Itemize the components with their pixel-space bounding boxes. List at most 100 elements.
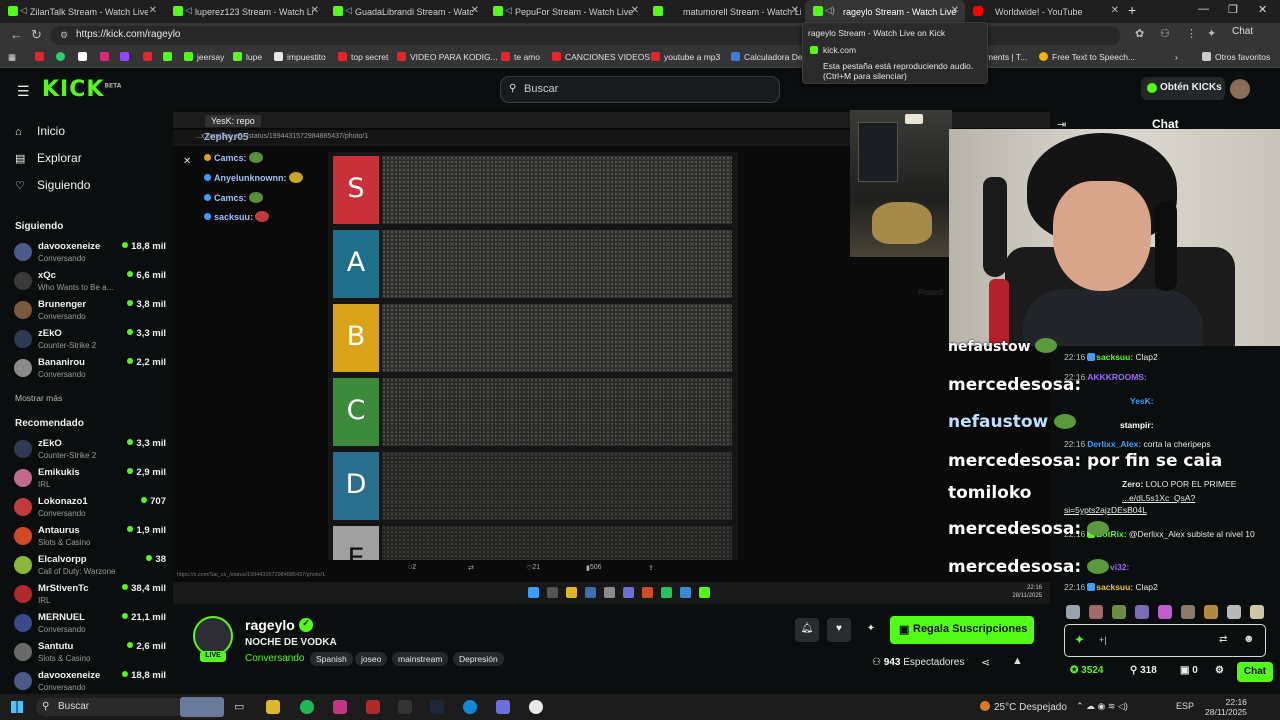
profile-icon[interactable]: ⚇ [1160,27,1170,40]
bookmark-item[interactable]: lupe [233,52,262,62]
close-icon[interactable]: ✕ [311,5,319,16]
emote-icon[interactable] [1089,605,1103,619]
tag-chip[interactable]: Spanish [310,652,353,666]
settings-icon[interactable]: ⚙ [1215,665,1224,676]
taskbar-widget[interactable] [180,697,224,717]
taskbar-search[interactable]: ⚲ Buscar [36,698,186,716]
minimize-icon[interactable]: — [1198,3,1209,15]
emote-icon[interactable] [1227,605,1241,619]
channel-name[interactable]: rageylo [245,617,295,633]
show-more-link[interactable]: Mostrar más [15,393,62,403]
site-info-icon[interactable]: ⚙ [60,30,68,41]
emoji-icon[interactable]: ☻ [1243,633,1255,645]
tag-chip[interactable]: mainstream [392,652,449,666]
following-channel[interactable]: zEkO Counter-Strike 2 3,3 mil [14,327,166,355]
discord-icon[interactable] [496,700,510,714]
emote-icon[interactable] [1158,605,1172,619]
report-icon[interactable]: ▲ [1012,655,1023,667]
windows-start-icon[interactable] [11,701,23,713]
bookmark-twitch-icon[interactable] [120,52,133,62]
bookmark-item[interactable]: te amo [501,52,540,62]
emote-icon[interactable] [1135,605,1149,619]
browser-chat-button[interactable]: Chat [1232,26,1253,37]
bookmark-item[interactable]: Free Text to Speech... [1039,52,1135,62]
close-icon[interactable]: ✕ [631,5,639,16]
notification-bell-button[interactable]: 🔔︎ [795,618,819,642]
bookmark-item[interactable]: ments | T... [986,52,1027,62]
spotify-icon[interactable] [300,700,314,714]
bookmark-youtube-icon[interactable] [143,52,156,62]
recommended-channel[interactable]: davooxeneize Conversando 18,8 mil [14,669,166,694]
bookmark-item[interactable]: youtube a mp3 [651,52,720,62]
tag-chip[interactable]: joseo [355,652,388,666]
chat-message-link[interactable]: ...e/dL5s1Xc_QsA? [1122,493,1272,503]
drops-counter[interactable]: ▣ 0 [1180,665,1198,676]
epic-games-icon[interactable] [398,700,412,714]
recommended-channel[interactable]: MERNUEL Conversando 21,1 mil [14,611,166,639]
bookmark-folder[interactable]: Otros favoritos [1202,52,1270,62]
gemini-icon[interactable]: ✦ [1207,27,1216,40]
browser-tab[interactable]: ◁ luperez123 Stream - Watch Live ✕ [165,0,325,23]
file-explorer-icon[interactable] [266,700,280,714]
app-icon[interactable] [333,700,347,714]
chat-send-button[interactable]: Chat [1237,662,1273,682]
bookmark-instagram-icon[interactable] [100,52,113,62]
edge-icon[interactable] [463,700,477,714]
recommended-channel[interactable]: Santutu Slots & Casino 2,6 mil [14,640,166,668]
menu-icon[interactable]: ☰ [17,83,30,100]
apps-icon[interactable]: ▦ [8,52,16,63]
bookmark-item[interactable]: jeersay [184,52,224,62]
following-channel[interactable]: davooxeneize Conversando 18,8 mil [14,240,166,268]
emote-icon[interactable] [1181,605,1195,619]
emote-icon[interactable] [1112,605,1126,619]
taskbar-clock[interactable]: 22:16 28/11/2025 [1205,697,1247,717]
get-kicks-button[interactable]: Obtén KICKs [1141,77,1225,100]
system-tray[interactable]: ⌃ ☁ ◉ ≋ ◁) [1076,701,1128,712]
maximize-icon[interactable]: ❐ [1228,3,1238,16]
browser-tab[interactable]: Worldwide! - YouTube ✕ [965,0,1125,23]
new-tab-button[interactable]: + [1128,2,1136,18]
following-channel[interactable]: Brunenger Conversando 3,8 mil [14,298,166,326]
input-language[interactable]: ESP [1176,701,1194,711]
kick-logo[interactable]: KICKBETA [42,77,121,102]
chat-input[interactable]: ✦ +| ⇄ ☻ [1064,624,1266,657]
close-icon[interactable]: ✕ [1111,5,1119,16]
close-icon[interactable]: ✕ [951,5,959,16]
extensions-icon[interactable]: ✿ [1135,27,1144,40]
emote-icon[interactable] [1250,605,1264,619]
recommended-channel[interactable]: Emikukis IRL 2,9 mil [14,466,166,494]
channel-avatar[interactable] [193,616,233,656]
browser-tab[interactable]: ◁ ZilanTalk Stream - Watch Live ✕ [0,0,163,23]
browser-tab[interactable]: matumorell Stream - Watch Live ✕ [645,0,805,23]
task-view-icon[interactable]: ▭ [234,700,248,714]
bookmark-item[interactable]: CANCIONES VIDEOS [552,52,650,62]
close-icon[interactable]: ✕ [791,5,799,16]
weather-widget[interactable]: 25°C Despejado [980,701,1067,713]
share-icon[interactable]: ⋖ [981,656,990,669]
user-avatar[interactable] [1230,79,1250,99]
bookmark-kick-icon[interactable] [163,52,176,62]
sparkle-icon[interactable]: ✦ [1074,632,1085,648]
speaker-icon[interactable]: ◁) [825,5,835,16]
recommended-channel[interactable]: Lokonazo1 Conversando 707 [14,495,166,523]
app-icon[interactable] [366,700,380,714]
recommended-channel[interactable]: Elcalvorpp Call of Duty: Warzone 38 [14,553,166,581]
nav-explore[interactable]: ▤ Explorar [15,151,82,165]
bookmark-twitter-icon[interactable] [78,52,91,62]
search-input[interactable]: ⚲ Buscar [500,76,780,103]
close-icon[interactable]: ✕ [471,5,479,16]
emote-icon[interactable] [1066,605,1080,619]
following-channel[interactable]: xQc Who Wants to Be a... 6,6 mil [14,269,166,297]
bookmark-item[interactable]: impuestito [274,52,326,62]
translate-icon[interactable]: ⇄ [1219,634,1227,645]
bookmark-item[interactable]: VIDEO PARA KODIG... [397,52,498,62]
recommended-channel[interactable]: zEkO Counter-Strike 2 3,3 mil [14,437,166,465]
tag-chip[interactable]: Depresión [453,652,504,666]
steam-icon[interactable] [430,700,444,714]
chrome-icon[interactable] [529,700,543,714]
gift-counter[interactable]: ⚲ 318 [1130,665,1157,676]
stream-category-link[interactable]: Conversando [245,653,304,664]
chevron-right-icon[interactable]: › [1175,52,1178,62]
close-window-icon[interactable]: ✕ [1258,3,1267,16]
bookmark-whatsapp-icon[interactable] [56,52,69,62]
